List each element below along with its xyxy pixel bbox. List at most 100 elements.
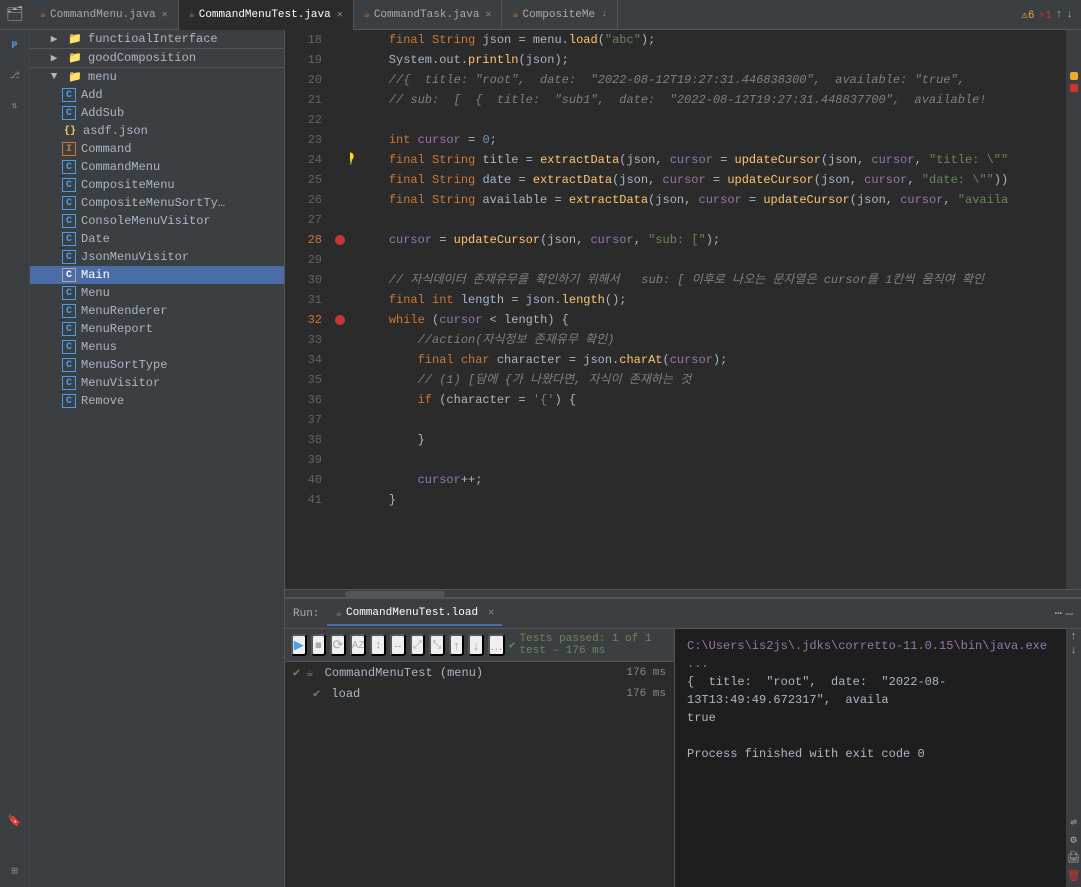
class-icon: C	[62, 268, 76, 282]
sidebar-item-jsonmenuvisitor[interactable]: C JsonMenuVisitor	[30, 248, 284, 266]
tab-commandmenutest-java[interactable]: ☕ CommandMenuTest.java ✕	[179, 0, 354, 30]
minimize-icon[interactable]: —	[1066, 607, 1073, 621]
editor-scroll-strip[interactable]	[1066, 30, 1081, 589]
sidebar-item-functionalinterface[interactable]: ▶ 📁 functioalInterface	[30, 30, 284, 49]
java-file-icon: ☕	[364, 9, 370, 21]
code-line-35: // (1) [담에 {가 나왔다면, 자식이 존재하는 것	[360, 370, 1066, 390]
sidebar-label: MenuSortType	[81, 358, 167, 372]
json-icon: {}	[62, 126, 78, 137]
next-fail-button[interactable]: ↓	[468, 634, 484, 656]
commit-btn[interactable]: ⎇	[3, 64, 27, 88]
code-line-23: int cursor = 0;	[360, 130, 1066, 150]
prev-fail-button[interactable]: ↑	[449, 634, 465, 656]
sidebar-item-asdf-json[interactable]: {} asdf.json	[30, 122, 284, 140]
main-area: P ⎇ ⇅ 🔖 ⊞ ▶ 📁 functioalInterface ▶ 📁 goo…	[0, 30, 1081, 887]
wrap-btn[interactable]: ⇌	[1070, 815, 1077, 829]
tab-commandmenu-java[interactable]: ☕ CommandMenu.java ✕	[30, 0, 179, 30]
tab-compositeme[interactable]: ☕ CompositeMe ↓	[502, 0, 618, 30]
sidebar-item-goodcomposition[interactable]: ▶ 📁 goodComposition	[30, 49, 284, 68]
delete-btn[interactable]: 🗑	[1067, 869, 1081, 883]
class-icon: C	[62, 376, 76, 390]
more-options-icon[interactable]: ⋯	[1055, 606, 1062, 621]
tab-commandtask-java[interactable]: ☕ CommandTask.java ✕	[354, 0, 503, 30]
scroll-down-btn[interactable]: ↓	[1070, 645, 1077, 657]
run-tab-commandmenutest[interactable]: ☕ CommandMenuTest.load ✕	[327, 602, 502, 626]
collapse-button[interactable]: ⤡	[429, 634, 445, 656]
play-button[interactable]: ▶	[291, 634, 307, 656]
run-tree-commandmenutest[interactable]: ✔ ☕ CommandMenuTest (menu) 176 ms	[285, 662, 674, 683]
code-line-18: final String json = menu.load("abc");	[360, 30, 1066, 50]
folder-file-icon: 📁	[67, 51, 83, 65]
sort-duration-button[interactable]: ↕	[370, 634, 386, 656]
sidebar-item-addsub[interactable]: C AddSub	[30, 104, 284, 122]
sidebar-label: asdf.json	[83, 124, 148, 138]
nav-up-icon[interactable]: ↑	[1056, 9, 1063, 21]
sidebar-item-menu[interactable]: C Menu	[30, 284, 284, 302]
tab-bar-left: 🗂	[0, 6, 30, 23]
more-button[interactable]: …	[488, 634, 505, 656]
sidebar-label: ConsoleMenuVisitor	[81, 214, 211, 228]
settings-btn[interactable]: ⚙	[1070, 833, 1077, 847]
code-line-39	[360, 450, 1066, 470]
sidebar-item-command[interactable]: I Command	[30, 140, 284, 158]
sidebar-item-menureport[interactable]: C MenuReport	[30, 320, 284, 338]
class-icon: C	[62, 196, 76, 210]
sidebar-item-commandmenu[interactable]: C CommandMenu	[30, 158, 284, 176]
run-tree: ✔ ☕ CommandMenuTest (menu) 176 ms ✔ load…	[285, 662, 674, 887]
run-panel: Run: ☕ CommandMenuTest.load ✕ ⋯ — ▶ ⏹	[285, 597, 1081, 887]
print-btn[interactable]: 🖨	[1067, 851, 1081, 865]
run-left-panel: ▶ ⏹ ⟳ AZ ↕ ↔ ⤢ ⤡ ↑ ↓ … ✔ Tests passed:	[285, 629, 675, 887]
close-icon[interactable]: ✕	[485, 9, 491, 21]
code-content[interactable]: final String json = menu.load("abc"); Sy…	[350, 30, 1066, 589]
output-line-2: { title: "root", date: "2022-08-13T13:49…	[687, 673, 1054, 709]
check-icon: ✔	[509, 638, 516, 652]
rerun-button[interactable]: ⟳	[330, 634, 346, 656]
run-tree-load[interactable]: ✔ load 176 ms	[285, 683, 674, 704]
sidebar-item-menuvisitor[interactable]: C MenuVisitor	[30, 374, 284, 392]
sidebar-item-compositemenu[interactable]: C CompositeMenu	[30, 176, 284, 194]
sidebar-label: Date	[81, 232, 110, 246]
horizontal-scrollbar[interactable]	[285, 589, 1081, 597]
line-numbers: 18 19 20 21 22 23 24 25 26 27 28 29 30 3…	[285, 30, 330, 589]
pull-requests-btn[interactable]: ⇅	[3, 94, 27, 118]
nav-down-icon[interactable]: ↓	[1066, 9, 1073, 21]
close-icon[interactable]: ✕	[488, 607, 494, 619]
sidebar-item-add[interactable]: C Add	[30, 86, 284, 104]
sidebar-item-menusorttype[interactable]: C MenuSortType	[30, 356, 284, 374]
scroll-up-btn[interactable]: ↑	[1070, 631, 1077, 643]
sidebar-item-menurenderer[interactable]: C MenuRenderer	[30, 302, 284, 320]
class-icon: C	[62, 340, 76, 354]
check-icon: ✔	[293, 665, 300, 680]
test-class-label: CommandMenuTest (menu)	[317, 666, 483, 680]
bookmarks-btn[interactable]: 🔖	[3, 809, 27, 833]
sort-alpha-button[interactable]: AZ	[350, 634, 367, 656]
sidebar-item-consolemenuvisitor[interactable]: C ConsoleMenuVisitor	[30, 212, 284, 230]
tab-label: CommandTask.java	[374, 9, 480, 21]
line-num: 29	[285, 250, 322, 270]
line-num: 35	[285, 370, 322, 390]
expand-all-button[interactable]: ⤢	[410, 634, 426, 656]
code-line-22	[360, 110, 1066, 130]
line-num: 27	[285, 210, 322, 230]
class-icon: C	[62, 304, 76, 318]
project-btn[interactable]: P	[3, 34, 27, 58]
sidebar-item-menus[interactable]: C Menus	[30, 338, 284, 356]
run-right-strip: ↑ ↓ ⇌ ⚙ 🖨 🗑	[1066, 629, 1081, 887]
close-icon[interactable]: ✕	[337, 9, 343, 21]
sidebar-label: Remove	[81, 394, 124, 408]
expand-button[interactable]: ↔	[390, 634, 406, 656]
line-num: 24	[285, 150, 322, 170]
structure-btn[interactable]: ⊞	[3, 859, 27, 883]
sidebar-item-main[interactable]: C Main	[30, 266, 284, 284]
close-icon[interactable]: ↓	[601, 9, 607, 20]
sidebar-item-compositemenusorttype[interactable]: C CompositeMenuSortTy…	[30, 194, 284, 212]
code-line-36: if (character = '{') {	[360, 390, 1066, 410]
close-icon[interactable]: ✕	[162, 9, 168, 21]
sidebar-item-menu-folder[interactable]: ▼ 📁 menu	[30, 68, 284, 86]
line-num: 31	[285, 290, 322, 310]
sidebar-item-remove[interactable]: C Remove	[30, 392, 284, 410]
test-method-label: load	[324, 687, 360, 701]
sidebar-item-date[interactable]: C Date	[30, 230, 284, 248]
stop-button[interactable]: ⏹	[311, 634, 327, 656]
code-line-20: //{ title: "root", date: "2022-08-12T19:…	[360, 70, 1066, 90]
